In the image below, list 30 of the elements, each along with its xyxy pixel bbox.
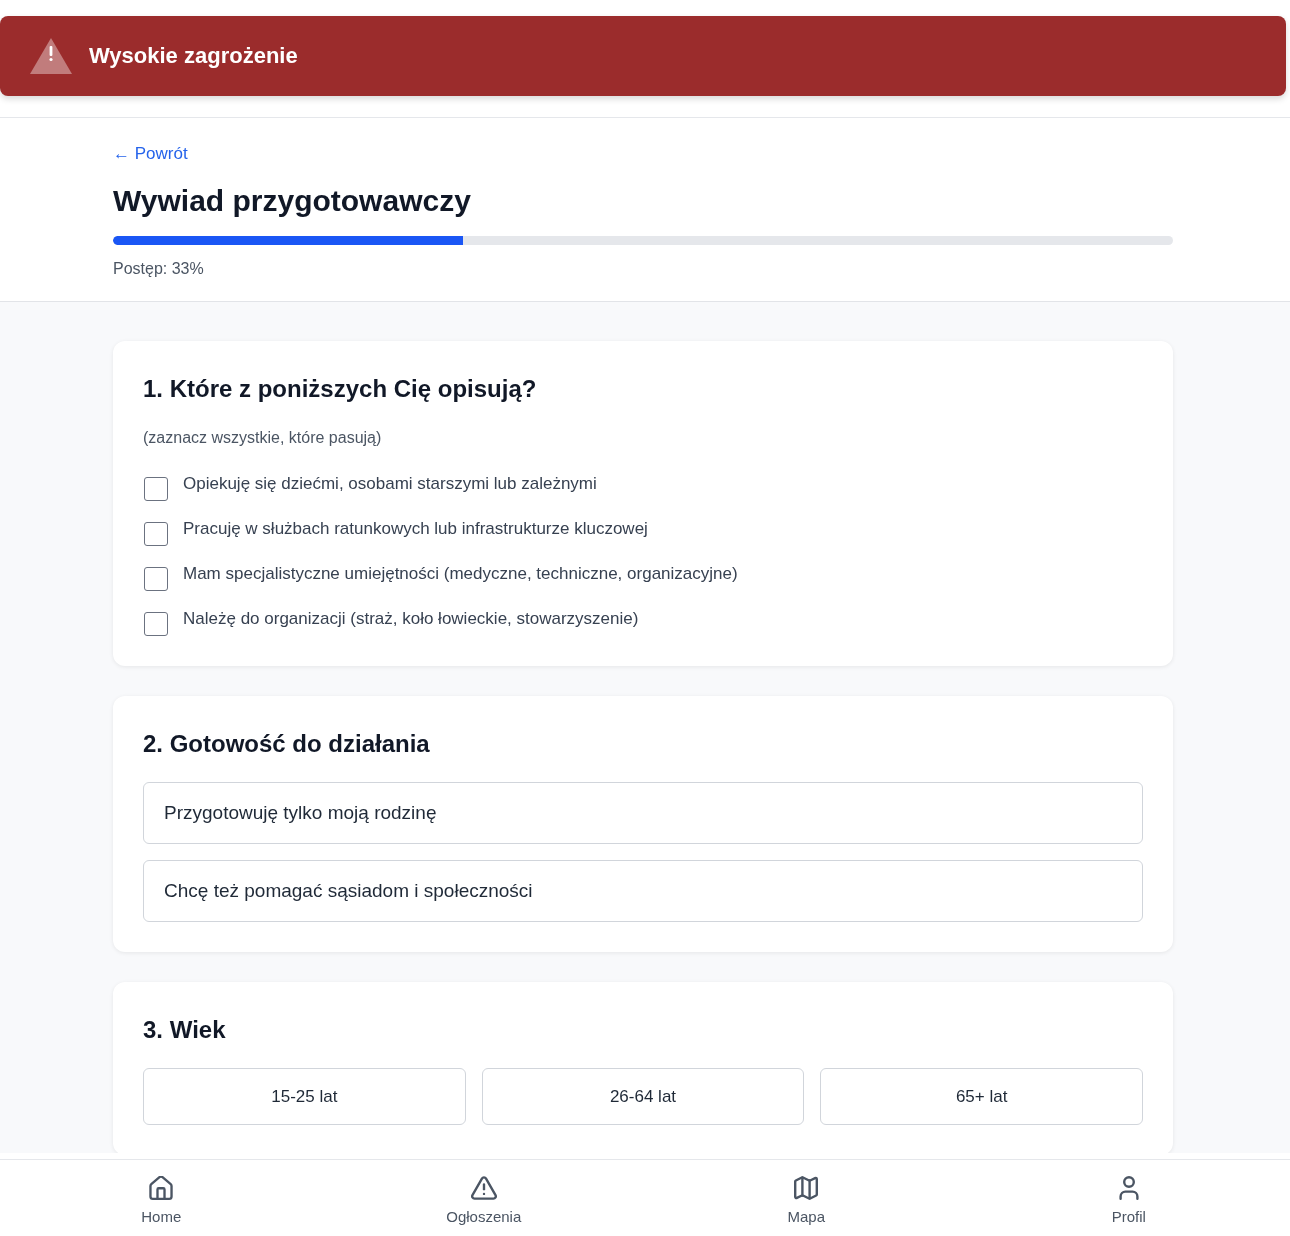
warning-icon — [470, 1176, 497, 1200]
warning-icon — [30, 38, 72, 74]
question-title: 3. Wiek — [143, 1015, 227, 1045]
checkbox-label: Pracuję w służbach ratunkowych lub infrastrukturze kluczowej — [183, 518, 648, 540]
back-link[interactable]: ← Powrót — [113, 144, 188, 164]
user-icon — [1118, 1176, 1139, 1200]
checkbox-label: Mam specjalistyczne umiejętności (medyczne, techniczne, organizacyjne) — [183, 563, 738, 585]
home-icon — [149, 1176, 174, 1200]
progress-label: Postęp: 33% — [113, 259, 205, 279]
checkbox[interactable] — [144, 567, 168, 591]
question-title: 2. Gotowość do działania — [143, 729, 431, 759]
option-button[interactable]: 26-64 lat — [481, 1068, 805, 1125]
option-button[interactable]: 65+ lat — [820, 1068, 1143, 1125]
checkbox-label: Należę do organizacji (straż, koło łowieckie, stowarzyszenie) — [183, 608, 639, 630]
nav-tab[interactable]: Profil — [1068, 1160, 1189, 1236]
question-title: 1. Które z poniższych Cię opisują? — [143, 374, 538, 404]
nav-tab[interactable]: Home — [101, 1160, 222, 1236]
page-title: Wywiad przygotowawczy — [113, 183, 472, 219]
map-icon — [794, 1176, 819, 1200]
option-button[interactable]: Chcę też pomagać sąsiadom i społeczności — [143, 860, 1143, 922]
question-hint: (zaznacz wszystkie, które pasują) — [143, 428, 383, 448]
checkbox[interactable] — [144, 522, 168, 546]
checkbox[interactable] — [144, 477, 168, 501]
option-button[interactable]: Przygotowuję tylko moją rodzinę — [143, 782, 1143, 844]
banner-title: Wysokie zagrożenie — [89, 43, 298, 69]
option-button[interactable]: 15-25 lat — [143, 1068, 466, 1125]
checkbox[interactable] — [144, 612, 168, 636]
nav-tab[interactable]: Mapa — [746, 1160, 867, 1236]
nav-tab[interactable]: Ogłoszenia — [423, 1160, 544, 1236]
checkbox-label: Opiekuję się dziećmi, osobami starszymi lub zależnymi — [183, 473, 597, 495]
